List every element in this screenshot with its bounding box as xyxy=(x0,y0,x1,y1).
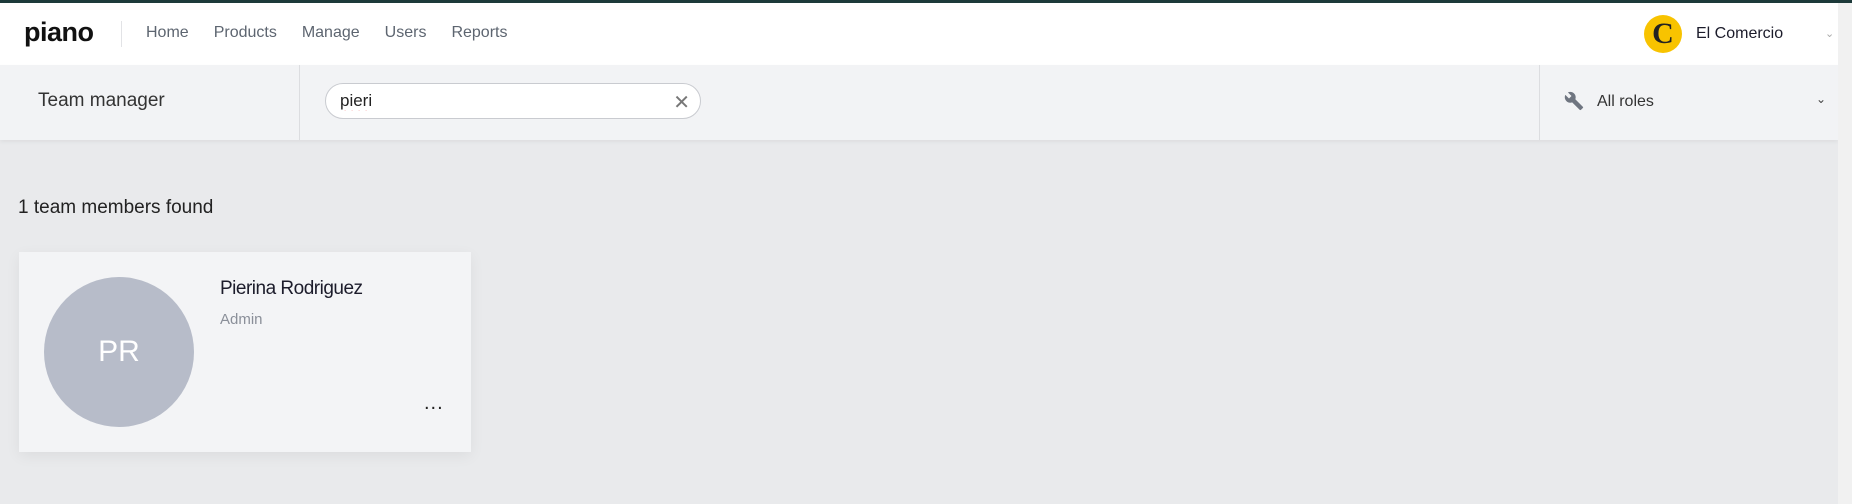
nav-home[interactable]: Home xyxy=(146,24,189,42)
roles-dropdown[interactable]: All roles ⌄ xyxy=(1539,65,1838,140)
toolbar: Team manager ✕ All roles ⌄ xyxy=(0,65,1838,140)
nav-reports[interactable]: Reports xyxy=(451,24,507,42)
close-icon[interactable]: ✕ xyxy=(673,90,690,115)
nav-manage[interactable]: Manage xyxy=(302,24,360,42)
member-role: Admin xyxy=(220,311,263,328)
piano-logo[interactable]: piano xyxy=(24,17,94,48)
member-name: Pierina Rodriguez xyxy=(220,278,363,299)
page-title-panel: Team manager xyxy=(0,65,300,140)
member-card[interactable]: PR Pierina Rodriguez Admin ... xyxy=(19,252,471,452)
page-title: Team manager xyxy=(38,90,165,111)
avatar: PR xyxy=(44,277,194,427)
publisher-name: El Comercio xyxy=(1696,25,1784,42)
publisher-switcher[interactable]: C El Comercio xyxy=(1644,15,1783,53)
nav-users[interactable]: Users xyxy=(385,24,427,42)
roles-selected: All roles xyxy=(1597,93,1654,110)
divider xyxy=(121,21,122,47)
main-nav: Home Products Manage Users Reports xyxy=(146,24,507,42)
publisher-logo: C xyxy=(1644,15,1682,53)
chevron-down-icon: ⌄ xyxy=(1816,92,1827,106)
chevron-down-icon[interactable]: ⌄ xyxy=(1825,27,1834,40)
results-count: 1 team members found xyxy=(18,197,214,218)
scrollbar[interactable] xyxy=(1838,3,1852,504)
search-box[interactable]: ✕ xyxy=(325,83,701,119)
top-nav-bar: piano Home Products Manage Users Reports… xyxy=(0,3,1838,65)
search-input[interactable] xyxy=(340,91,660,111)
wrench-icon xyxy=(1564,91,1584,111)
nav-products[interactable]: Products xyxy=(214,24,277,42)
more-options-icon[interactable]: ... xyxy=(424,392,444,415)
